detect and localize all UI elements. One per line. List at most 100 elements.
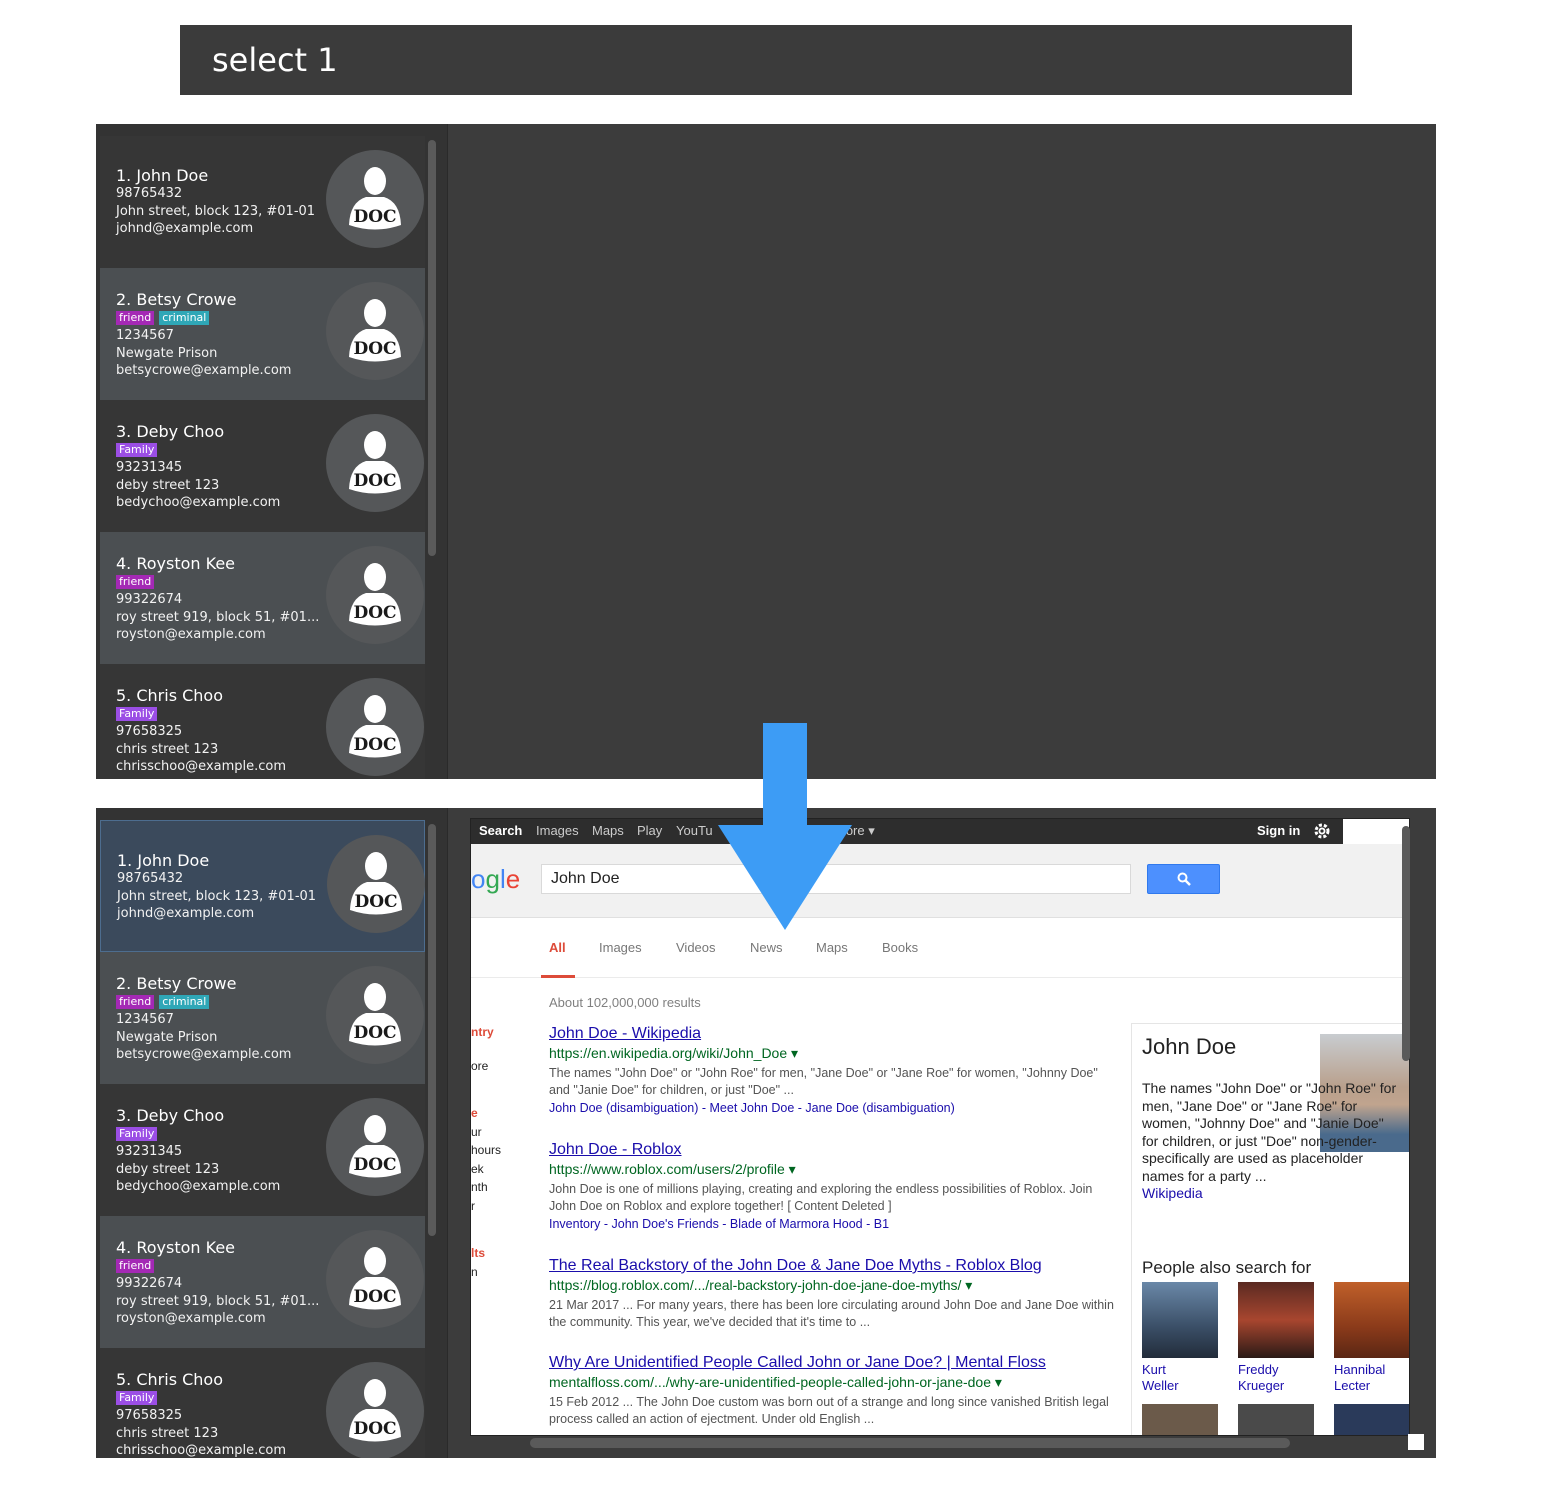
- person-card[interactable]: 5. Chris Choo Family 97658325 chris street …: [100, 664, 425, 779]
- person-card[interactable]: 4. Royston Kee friend 99322674 roy street 9…: [100, 1216, 425, 1348]
- sidebar-fragment[interactable]: ntry: [471, 1025, 494, 1039]
- person-phone: 93231345: [116, 1144, 183, 1159]
- command-box[interactable]: select 1: [180, 25, 1352, 95]
- person-head: [364, 695, 386, 723]
- person-photo[interactable]: [1334, 1404, 1409, 1435]
- person-photo: [1334, 1282, 1409, 1358]
- sidebar-fragment[interactable]: ur: [471, 1125, 482, 1139]
- related-person[interactable]: Kurt Weller: [1142, 1282, 1218, 1394]
- search-field[interactable]: [541, 864, 1131, 894]
- result-snippet: 21 Mar 2017 ... For many years, there ha…: [549, 1298, 1114, 1329]
- person-photo[interactable]: [1238, 1404, 1314, 1435]
- tab-videos[interactable]: Videos: [676, 940, 716, 955]
- result-url[interactable]: https://www.roblox.com/users/2/profile ▾: [549, 1161, 796, 1178]
- scroll-corner: [1408, 1434, 1424, 1450]
- avatar: DOC: [327, 835, 425, 933]
- google-logo[interactable]: ogle: [471, 864, 520, 895]
- nav-maps[interactable]: Maps: [592, 823, 624, 838]
- gear-icon[interactable]: [1313, 822, 1331, 845]
- result-title[interactable]: John Doe - Roblox: [549, 1141, 682, 1159]
- person-card[interactable]: 1. John Doe 98765432 John street, block 12…: [100, 136, 425, 268]
- person-card[interactable]: 1. John Doe 98765432 John street, block 12…: [100, 820, 425, 952]
- doc-person-icon: DOC: [349, 1379, 401, 1442]
- person-phone: 98765432: [116, 186, 183, 201]
- sidebar-fragment[interactable]: nth: [471, 1180, 488, 1194]
- person-list[interactable]: 1. John Doe 98765432 John street, block 12…: [96, 124, 448, 779]
- nav-youtube[interactable]: YouTu: [676, 823, 713, 838]
- avatar: DOC: [326, 1098, 424, 1196]
- nav-play[interactable]: Play: [637, 823, 662, 838]
- tag-family: Family: [116, 443, 158, 457]
- kp-source-link[interactable]: Wikipedia: [1142, 1185, 1203, 1201]
- browser-horizontal-scrollbar[interactable]: [530, 1438, 1290, 1448]
- person-card[interactable]: 3. Deby Choo Family 93231345 deby street 12…: [100, 400, 425, 532]
- person-name: Hannibal Lecter: [1334, 1362, 1409, 1394]
- tab-news[interactable]: News: [750, 940, 783, 955]
- command-text: select 1: [212, 41, 338, 79]
- sidebar-fragment[interactable]: r: [471, 1199, 475, 1213]
- tab-books[interactable]: Books: [882, 940, 918, 955]
- person-phone: 97658325: [116, 1408, 183, 1423]
- person-list[interactable]: 1. John Doe 98765432 John street, block 12…: [96, 808, 448, 1458]
- avatar-label: DOC: [353, 207, 396, 227]
- doc-person-icon: DOC: [349, 167, 401, 230]
- result-url[interactable]: https://en.wikipedia.org/wiki/John_Doe ▾: [549, 1045, 798, 1062]
- search-result: The Real Backstory of the John Doe & Jan…: [549, 1257, 1119, 1337]
- result-sitelinks[interactable]: Inventory - John Doe's Friends - Blade o…: [549, 1217, 889, 1231]
- result-title[interactable]: The Real Backstory of the John Doe & Jan…: [549, 1257, 1042, 1275]
- search-button[interactable]: [1147, 864, 1220, 894]
- tab-maps[interactable]: Maps: [816, 940, 848, 955]
- person-address: roy street 919, block 51, #01...: [116, 1293, 320, 1309]
- person-card[interactable]: 4. Royston Kee friend 99322674 roy street 9…: [100, 532, 425, 664]
- sidebar-fragment[interactable]: hours: [471, 1143, 501, 1157]
- related-person[interactable]: Hannibal Lecter: [1334, 1282, 1409, 1394]
- person-card[interactable]: 3. Deby Choo Family 93231345 deby street 12…: [100, 1084, 425, 1216]
- person-name: 4. Royston Kee: [116, 1238, 236, 1257]
- person-card[interactable]: 2. Betsy Crowe friend criminal 1234567 Newga…: [100, 952, 425, 1084]
- person-photo: [1142, 1282, 1218, 1358]
- nav-search[interactable]: Search: [479, 823, 522, 838]
- doc-person-icon: DOC: [349, 1247, 401, 1310]
- result-sitelinks[interactable]: John Doe (disambiguation) - Meet John Do…: [549, 1101, 955, 1115]
- result-title[interactable]: John Doe - Wikipedia: [549, 1025, 701, 1043]
- active-tab-indicator: [541, 975, 575, 978]
- browser-vertical-scrollbar[interactable]: [1402, 826, 1410, 1061]
- tag-friend: friend: [116, 1259, 155, 1273]
- result-snippet: 15 Feb 2012 ... The John Doe custom was …: [549, 1395, 1109, 1426]
- result-url[interactable]: mentalfloss.com/.../why-are-unidentified…: [549, 1374, 1002, 1391]
- result-title[interactable]: Why Are Unidentified People Called John …: [549, 1354, 1046, 1372]
- search-input[interactable]: [542, 865, 1130, 893]
- person-card[interactable]: 5. Chris Choo Family 97658325 chris street …: [100, 1348, 425, 1458]
- person-name: Kurt Weller: [1142, 1362, 1218, 1394]
- avatar-label: DOC: [353, 735, 396, 755]
- sidebar-fragment[interactable]: e: [471, 1106, 478, 1120]
- tab-all[interactable]: All: [549, 940, 566, 955]
- avatar-label: DOC: [353, 471, 396, 491]
- nav-more[interactable]: More ▾: [835, 823, 875, 839]
- list-scrollbar[interactable]: [428, 824, 436, 1236]
- related-person[interactable]: Freddy Krueger: [1238, 1282, 1314, 1394]
- sign-in-link[interactable]: Sign in: [1257, 823, 1300, 838]
- person-card[interactable]: 2. Betsy Crowe friend criminal 1234567 Newga…: [100, 268, 425, 400]
- kp-description-text: The names "John Doe" or "John Roe" for m…: [1142, 1080, 1397, 1184]
- tab-images[interactable]: Images: [599, 940, 642, 955]
- result-url[interactable]: https://blog.roblox.com/.../real-backsto…: [549, 1277, 972, 1294]
- avatar: DOC: [326, 1230, 424, 1328]
- nav-gmail[interactable]: ail: [797, 823, 810, 838]
- sidebar-fragment[interactable]: lts: [471, 1246, 485, 1260]
- avatar: DOC: [326, 678, 424, 776]
- list-scrollbar[interactable]: [428, 140, 436, 556]
- person-head: [364, 299, 386, 327]
- person-phone: 99322674: [116, 1276, 183, 1291]
- sidebar-fragment[interactable]: ek: [471, 1162, 484, 1176]
- nav-news[interactable]: Ne: [742, 823, 759, 838]
- avatar: DOC: [326, 966, 424, 1064]
- sidebar-fragment[interactable]: ore: [471, 1059, 488, 1073]
- sidebar-fragment[interactable]: n: [471, 1265, 478, 1279]
- person-address: chris street 123: [116, 1425, 219, 1441]
- browser-panel[interactable]: Search Images Maps Play YouTu Ne ail Mor…: [470, 818, 1410, 1436]
- avatar: DOC: [326, 282, 424, 380]
- nav-images[interactable]: Images: [536, 823, 579, 838]
- person-photo[interactable]: [1142, 1404, 1218, 1435]
- person-email: johnd@example.com: [116, 221, 254, 236]
